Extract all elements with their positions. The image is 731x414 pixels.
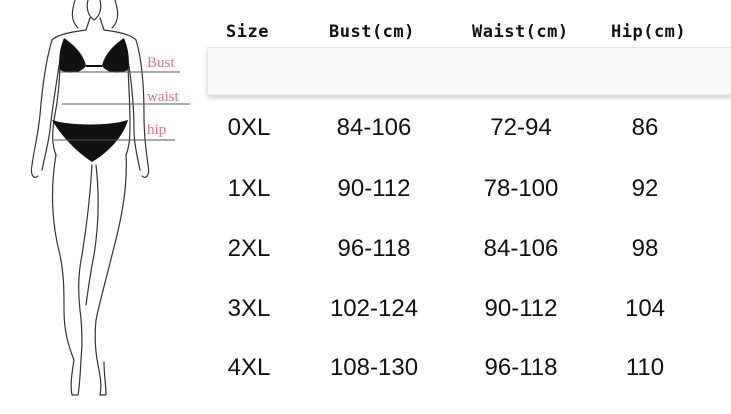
hip-cell: 92	[631, 175, 659, 202]
bikini-top	[59, 38, 129, 73]
shoulder-left	[51, 17, 91, 41]
bust-cell: 84-106	[336, 114, 412, 141]
header-bust: Bust(cm)	[329, 22, 415, 42]
bust-label: Bust	[147, 55, 175, 71]
shoulder-right	[99, 17, 137, 41]
hip-cell: 104	[624, 295, 666, 322]
hair-outline-right	[111, 0, 119, 29]
chin-outline	[86, 0, 102, 21]
table-row: 1XL 90-112 78-100 92	[0, 175, 731, 215]
table-row: 2XL 96-118 84-106 98	[0, 235, 731, 275]
hip-cell: 86	[631, 114, 659, 141]
table-row: 3XL 102-124 90-112 104	[0, 295, 731, 335]
waist-cell: 84-106	[483, 235, 559, 262]
arm-left-outer	[30, 39, 53, 178]
hip-cell: 98	[631, 235, 659, 262]
size-cell: 4XL	[227, 354, 271, 381]
header-size: Size	[226, 22, 269, 42]
header-hip: Hip(cm)	[611, 22, 687, 42]
size-cell: 1XL	[227, 175, 271, 202]
waist-cell: 96-118	[484, 354, 558, 381]
bust-cell: 108-130	[329, 354, 419, 381]
hair-outline-left	[71, 0, 79, 29]
bust-cell: 96-118	[337, 235, 411, 262]
bust-cell: 90-112	[337, 175, 411, 202]
header-divider-bar	[207, 47, 731, 95]
hip-cell: 110	[625, 354, 665, 381]
waist-cell: 72-94	[490, 114, 552, 141]
waist-cell: 90-112	[484, 295, 558, 322]
bust-cell: 102-124	[329, 295, 419, 322]
table-row: 0XL 84-106 72-94 86	[0, 114, 731, 154]
size-cell: 3XL	[227, 295, 271, 322]
waist-cell: 78-100	[483, 175, 559, 202]
waist-label: waist	[147, 89, 179, 105]
size-cell: 2XL	[227, 235, 271, 262]
table-row: 4XL 108-130 96-118 110	[0, 354, 731, 394]
size-cell: 0XL	[227, 114, 271, 141]
header-waist: Waist(cm)	[472, 22, 569, 42]
